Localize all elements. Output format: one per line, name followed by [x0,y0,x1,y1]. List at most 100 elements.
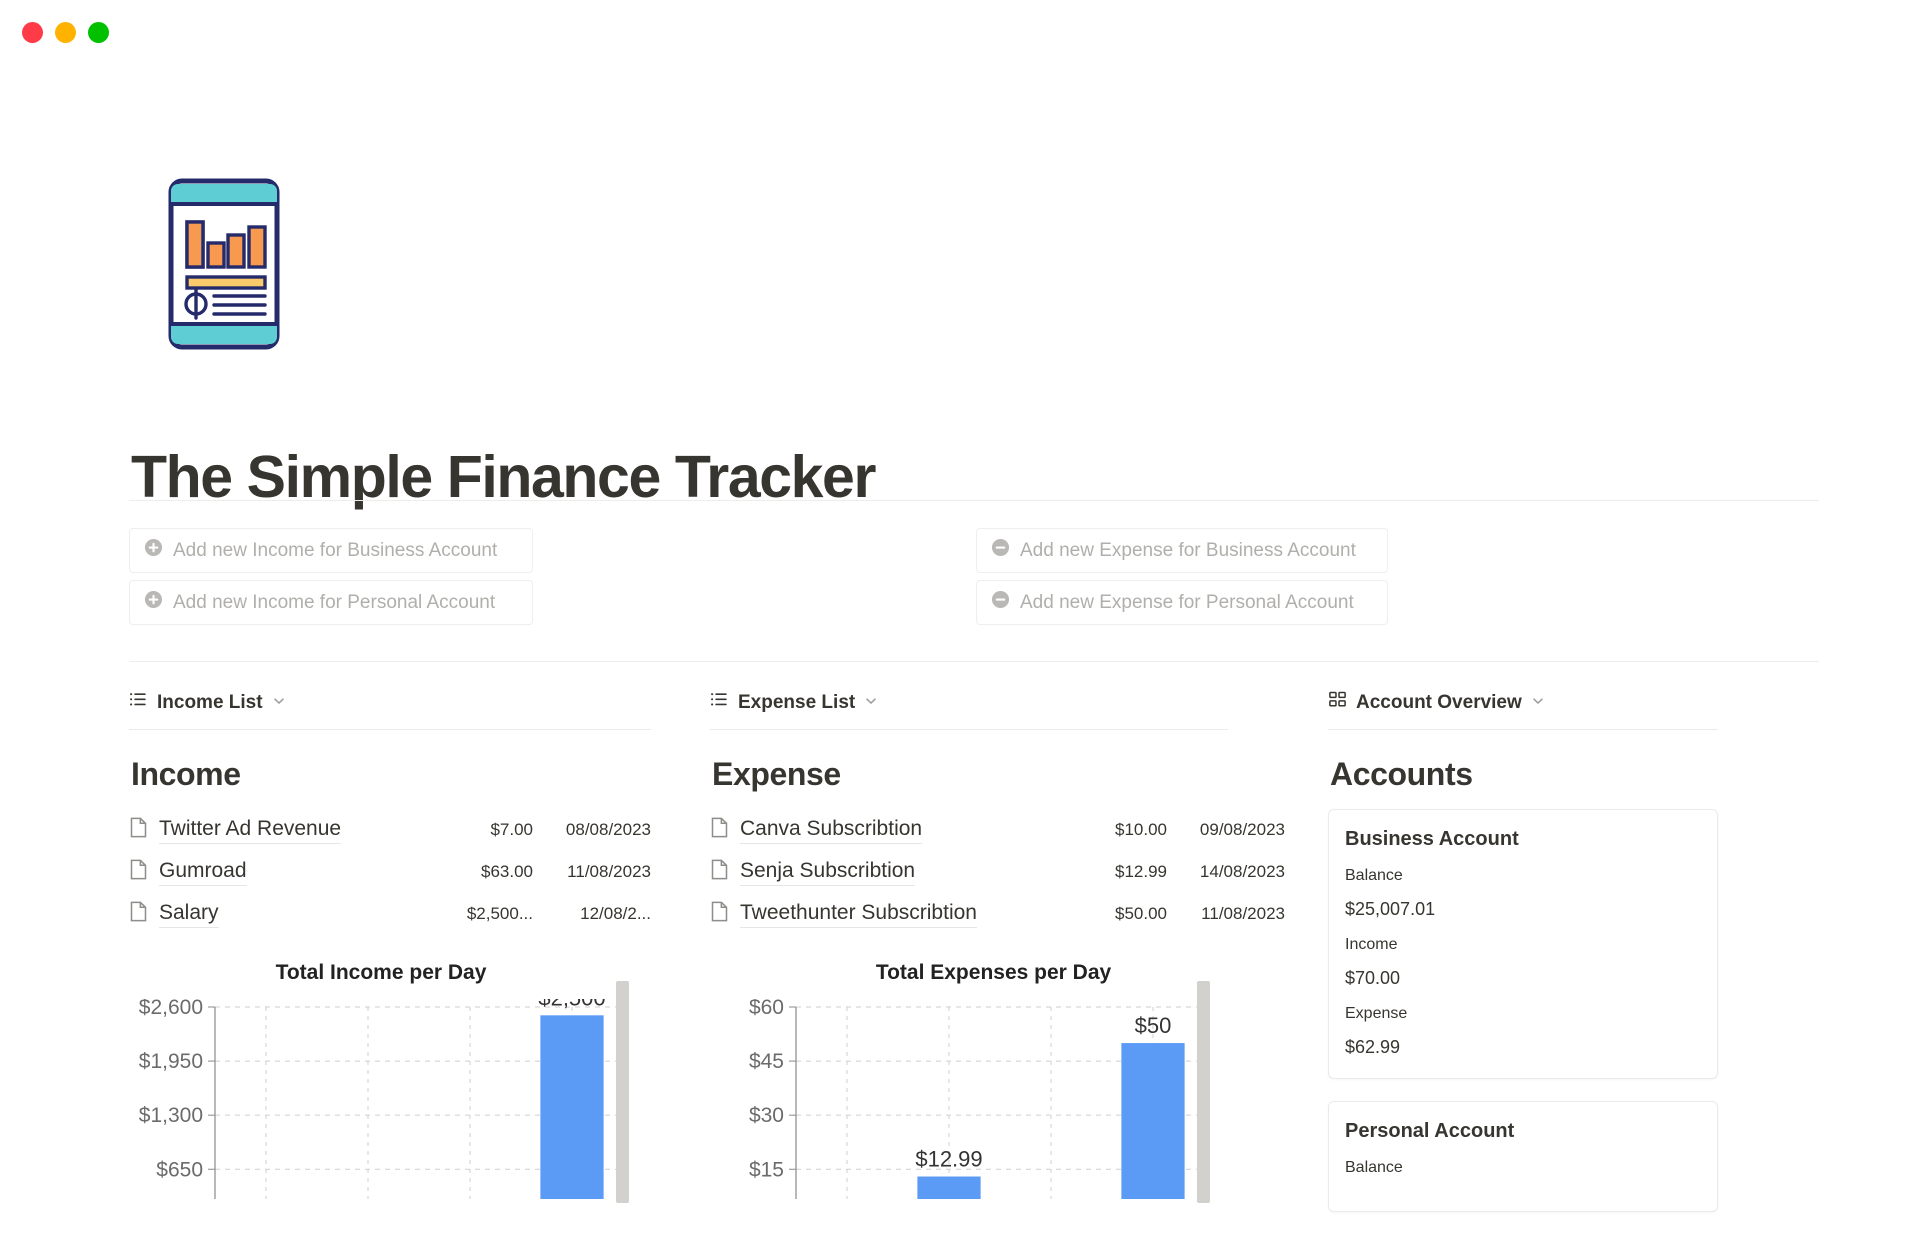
expense-row-list: Canva Subscribtion $10.00 09/08/2023 Sen… [710,809,1285,935]
income-header-rule [129,729,651,730]
quick-action-buttons: Add new Income for Business Account Add … [129,528,1819,625]
income-row-name: Salary [159,901,219,928]
expense-row-amount: $10.00 [1059,820,1167,840]
account-balance-label: Balance [1345,1159,1701,1177]
plus-circle-icon [144,590,163,615]
expense-chart-plot: $60 $45 $30 $15 $12.99 $50 [710,999,1285,1204]
expense-row-date: 11/08/2023 [1167,904,1285,924]
chevron-down-icon[interactable] [272,692,286,714]
svg-text:$650: $650 [156,1158,203,1181]
table-row[interactable]: Canva Subscribtion $10.00 09/08/2023 [710,809,1285,851]
income-action-column: Add new Income for Business Account Add … [129,528,974,625]
account-balance-label: Balance [1345,867,1701,885]
add-expense-personal-button[interactable]: Add new Expense for Personal Account [976,580,1388,625]
expense-view-header[interactable]: Expense List [710,690,1285,729]
income-chart-scrollbar[interactable] [616,981,629,1203]
add-income-business-button[interactable]: Add new Income for Business Account [129,528,533,573]
expense-column: Expense List Expense Canva Subscribtion … [710,690,1285,1234]
accounts-heading: Accounts [1330,756,1758,793]
income-view-header[interactable]: Income List [129,690,651,729]
expense-view-label: Expense List [738,692,855,714]
svg-text:$1,950: $1,950 [139,1050,203,1073]
table-row[interactable]: Tweethunter Subscribtion $50.00 11/08/20… [710,893,1285,935]
income-row-name: Gumroad [159,859,247,886]
expense-chart: Total Expenses per Day $60$45$30$15$12.9… [710,961,1285,1221]
svg-text:$15: $15 [749,1158,784,1181]
chevron-down-icon[interactable] [864,692,878,714]
table-row[interactable]: Gumroad $63.00 11/08/2023 [129,851,651,893]
page-icon [710,817,729,844]
finance-report-phone-icon[interactable] [168,178,280,350]
add-expense-business-button[interactable]: Add new Expense for Business Account [976,528,1388,573]
expense-action-column: Add new Expense for Business Account Add… [974,528,1819,625]
income-row-amount: $7.00 [423,820,533,840]
add-income-business-label: Add new Income for Business Account [173,540,497,562]
add-income-personal-label: Add new Income for Personal Account [173,592,495,614]
page-icon [129,901,148,928]
page-icon [710,859,729,886]
accounts-view-label: Account Overview [1356,692,1522,714]
table-row[interactable]: Salary $2,500... 12/08/2... [129,893,651,935]
income-view-label: Income List [157,692,263,714]
income-row-amount: $2,500... [423,904,533,924]
account-card-personal[interactable]: Personal Account Balance [1328,1101,1718,1212]
page-icon [129,859,148,886]
income-row-date: 12/08/2... [533,904,651,924]
close-button[interactable] [22,22,43,43]
income-row-date: 11/08/2023 [533,862,651,882]
income-heading: Income [131,756,651,793]
page-icon [129,817,148,844]
expense-chart-scrollbar[interactable] [1197,981,1210,1203]
page-icon [710,901,729,928]
minimize-button[interactable] [55,22,76,43]
income-row-list: Twitter Ad Revenue $7.00 08/08/2023 Gumr… [129,809,651,935]
expense-heading: Expense [712,756,1285,793]
account-income-value: $70.00 [1345,968,1701,989]
svg-text:$12.99: $12.99 [915,1147,982,1172]
expense-header-rule [710,729,1228,730]
table-row[interactable]: Senja Subscribtion $12.99 14/08/2023 [710,851,1285,893]
account-name: Business Account [1345,828,1701,851]
income-row-amount: $63.00 [423,862,533,882]
svg-text:$2,500: $2,500 [538,999,605,1010]
table-row[interactable]: Twitter Ad Revenue $7.00 08/08/2023 [129,809,651,851]
income-row-name: Twitter Ad Revenue [159,817,341,844]
minus-circle-icon [991,538,1010,563]
maximize-button[interactable] [88,22,109,43]
title-divider [129,500,1819,501]
page-root: The Simple Finance Tracker Add new Incom… [0,0,1920,1200]
expense-row-amount: $50.00 [1059,904,1167,924]
income-column: Income List Income Twitter Ad Revenue $7… [129,690,651,1234]
svg-text:$30: $30 [749,1104,784,1127]
account-expense-label: Expense [1345,1005,1701,1023]
svg-text:$60: $60 [749,999,784,1019]
chevron-down-icon[interactable] [1531,692,1545,714]
income-chart-plot: $2,600 $1,950 $1,300 $650 $2,500 [129,999,651,1204]
expense-row-date: 14/08/2023 [1167,862,1285,882]
expense-row-amount: $12.99 [1059,862,1167,882]
section-divider [129,661,1819,662]
database-columns: Income List Income Twitter Ad Revenue $7… [129,690,1829,1234]
accounts-view-header[interactable]: Account Overview [1328,690,1758,729]
gallery-grid-icon [1328,690,1347,715]
add-expense-personal-label: Add new Expense for Personal Account [1020,592,1354,614]
add-income-personal-button[interactable]: Add new Income for Personal Account [129,580,533,625]
accounts-header-rule [1328,729,1718,730]
window-controls [22,22,109,43]
income-chart-title: Total Income per Day [129,961,651,985]
income-row-date: 08/08/2023 [533,820,651,840]
list-icon [129,690,148,715]
list-icon [710,690,729,715]
svg-text:$50: $50 [1135,1013,1172,1038]
svg-text:$45: $45 [749,1050,784,1073]
svg-text:$2,600: $2,600 [139,999,203,1019]
svg-text:$1,300: $1,300 [139,1104,203,1127]
expense-row-name: Senja Subscribtion [740,859,915,886]
income-chart: Total Income per Day $2,600$1,950$1,300$… [129,961,651,1221]
expense-row-name: Tweethunter Subscribtion [740,901,977,928]
account-card-business[interactable]: Business Account Balance $25,007.01 Inco… [1328,809,1718,1079]
accounts-column: Account Overview Accounts Business Accou… [1328,690,1758,1234]
add-expense-business-label: Add new Expense for Business Account [1020,540,1356,562]
account-name: Personal Account [1345,1120,1701,1143]
account-balance-value: $25,007.01 [1345,899,1701,920]
